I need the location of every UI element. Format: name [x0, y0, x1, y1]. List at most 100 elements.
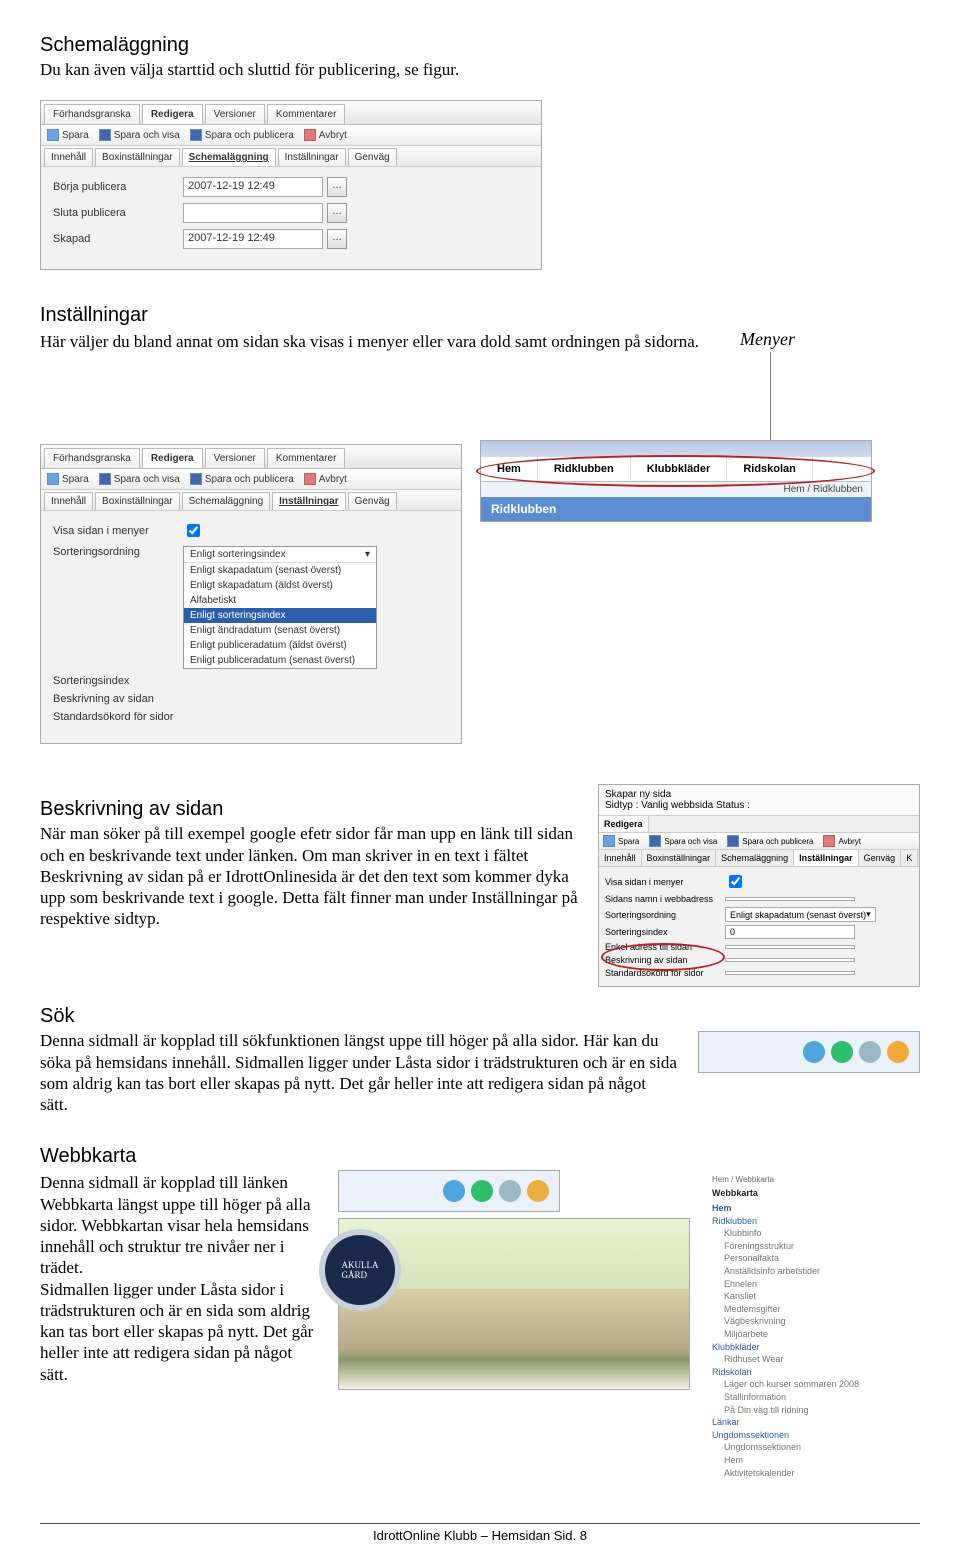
tree-section[interactable]: Ridklubben	[712, 1215, 912, 1228]
text-beskrivning: När man söker på till exempel google efe…	[40, 823, 578, 929]
end-publish-input[interactable]	[183, 203, 323, 223]
tree-item[interactable]: Ehnelen	[724, 1278, 912, 1291]
save-publish-button-3[interactable]: Spara och publicera	[727, 835, 813, 847]
tree-section[interactable]: Ungdomssektionen	[712, 1429, 912, 1442]
tab-edit[interactable]: Redigera	[142, 104, 203, 124]
site-tab-ridklubben[interactable]: Ridklubben	[538, 457, 631, 481]
tree-item[interactable]: Ungdomssektionen	[724, 1441, 912, 1454]
created-picker[interactable]: …	[327, 229, 347, 249]
help-icon[interactable]	[471, 1180, 493, 1202]
sortorder-option[interactable]: Alfabetiskt	[184, 593, 376, 608]
tree-item[interactable]: Personalfakta	[724, 1252, 912, 1265]
show-in-menus-checkbox[interactable]	[187, 524, 200, 537]
tab-content[interactable]: Innehåll	[44, 148, 93, 166]
search-icon[interactable]	[859, 1041, 881, 1063]
scene-image	[339, 1289, 689, 1389]
tab-comments-2[interactable]: Kommentarer	[267, 448, 346, 468]
cancel-button-2[interactable]: Avbryt	[304, 473, 347, 485]
sortorder-option[interactable]: Enligt publiceradatum (senast överst)	[184, 653, 376, 668]
rss-icon[interactable]	[887, 1041, 909, 1063]
save-publish-button[interactable]: Spara och publicera	[190, 129, 294, 141]
editor-toolbar-3: Spara Spara och visa Spara och publicera…	[599, 833, 919, 850]
sitemap-icon[interactable]	[443, 1180, 465, 1202]
save-view-button[interactable]: Spara och visa	[99, 129, 180, 141]
tab-preview-2[interactable]: Förhandsgranska	[44, 448, 140, 468]
tree-item[interactable]: Vägbeskrivning	[724, 1315, 912, 1328]
save-view-label: Spara och visa	[114, 130, 180, 141]
tab-content-2[interactable]: Innehåll	[44, 492, 93, 510]
tree-section[interactable]: Länkar	[712, 1416, 912, 1429]
save-publish-button-2[interactable]: Spara och publicera	[190, 473, 294, 485]
tab-preview[interactable]: Förhandsgranska	[44, 104, 140, 124]
search-icon[interactable]	[499, 1180, 521, 1202]
menyer-callout-label: Menyer	[740, 329, 795, 349]
tab-box-settings-3[interactable]: Boxinställningar	[642, 850, 717, 866]
tab-scheduling[interactable]: Schemaläggning	[182, 148, 276, 166]
start-publish-picker[interactable]: …	[327, 177, 347, 197]
rss-icon[interactable]	[527, 1180, 549, 1202]
tab-versions-2[interactable]: Versioner	[205, 448, 265, 468]
tab-scheduling-2[interactable]: Schemaläggning	[182, 492, 271, 510]
tab-content-3[interactable]: Innehåll	[599, 850, 642, 866]
tab-shortcut[interactable]: Genväg	[348, 148, 397, 166]
tree-item[interactable]: Hem	[724, 1454, 912, 1467]
save-view-button-2[interactable]: Spara och visa	[99, 473, 180, 485]
tree-item[interactable]: Stallinformation	[724, 1391, 912, 1404]
start-publish-input[interactable]: 2007-12-19 12:49	[183, 177, 323, 197]
sortorder-dropdown[interactable]: Enligt sorteringsindex▾ Enligt skapadatu…	[183, 546, 377, 669]
sortorder-option[interactable]: Enligt sorteringsindex	[184, 608, 376, 623]
tab-comments[interactable]: Kommentarer	[267, 104, 346, 124]
save-button-3[interactable]: Spara	[603, 835, 639, 847]
tree-item[interactable]: Klubbinfo	[724, 1227, 912, 1240]
tree-item[interactable]: Föreningsstruktur	[724, 1240, 912, 1253]
start-publish-label: Börja publicera	[53, 181, 183, 193]
tab-settings-2[interactable]: Inställningar	[272, 492, 345, 510]
input-simple-url[interactable]	[725, 945, 855, 949]
tree-item[interactable]: Kansliet	[724, 1290, 912, 1303]
tree-item[interactable]: Miljöarbete	[724, 1328, 912, 1341]
tab-versions[interactable]: Versioner	[205, 104, 265, 124]
tab-settings[interactable]: Inställningar	[278, 148, 346, 166]
tree-item[interactable]: Ridhuset Wear	[724, 1353, 912, 1366]
sortorder-option[interactable]: Enligt ändradatum (senast överst)	[184, 623, 376, 638]
tree-item[interactable]: Aktivitetskalender	[724, 1467, 912, 1480]
help-icon[interactable]	[831, 1041, 853, 1063]
tree-item[interactable]: På Din väg till ridning	[724, 1404, 912, 1417]
created-input[interactable]: 2007-12-19 12:49	[183, 229, 323, 249]
sitemap-icon[interactable]	[803, 1041, 825, 1063]
tab-box-settings-2[interactable]: Boxinställningar	[95, 492, 180, 510]
tree-item[interactable]: Anställdsinfo arbetstider	[724, 1265, 912, 1278]
tree-item[interactable]: Läger och kurser sommaren 2008	[724, 1378, 912, 1391]
sortorder-option[interactable]: Enligt skapadatum (äldst överst)	[184, 578, 376, 593]
end-publish-picker[interactable]: …	[327, 203, 347, 223]
tab-settings-3[interactable]: Inställningar	[794, 850, 859, 866]
tab-box-settings[interactable]: Boxinställningar	[95, 148, 180, 166]
sortorder-option[interactable]: Enligt publiceradatum (äldst överst)	[184, 638, 376, 653]
cancel-button[interactable]: Avbryt	[304, 129, 347, 141]
input-url-name[interactable]	[725, 897, 855, 901]
checkbox-show-in-menus[interactable]	[729, 875, 742, 888]
tab-edit-3[interactable]: Redigera	[599, 816, 649, 832]
cancel-button-3[interactable]: Avbryt	[823, 835, 861, 847]
tab-scheduling-3[interactable]: Schemaläggning	[716, 850, 794, 866]
tree-item[interactable]: Medlemsgifter	[724, 1303, 912, 1316]
sortorder-option[interactable]: Enligt skapadatum (senast överst)	[184, 563, 376, 578]
site-tab-home[interactable]: Hem	[481, 457, 538, 481]
save-button-2[interactable]: Spara	[47, 473, 89, 485]
input-sortindex[interactable]: 0	[725, 925, 855, 939]
screenshot-site-menu: Hem Ridklubben Klubbkläder Ridskolan Hem…	[480, 440, 872, 522]
tab-shortcut-3[interactable]: Genväg	[859, 850, 902, 866]
tree-section[interactable]: Klubbkläder	[712, 1341, 912, 1354]
site-tab-ridskolan[interactable]: Ridskolan	[727, 457, 813, 481]
tab-edit-2[interactable]: Redigera	[142, 448, 203, 468]
tree-root[interactable]: Hem	[712, 1202, 912, 1215]
input-keywords[interactable]	[725, 971, 855, 975]
tree-section[interactable]: Ridskolan	[712, 1366, 912, 1379]
save-view-button-3[interactable]: Spara och visa	[649, 835, 717, 847]
tab-extra-3[interactable]: K	[901, 850, 918, 866]
tab-shortcut-2[interactable]: Genväg	[348, 492, 397, 510]
input-sortorder[interactable]: Enligt skapadatum (senast överst)▾	[725, 907, 876, 922]
save-button[interactable]: Spara	[47, 129, 89, 141]
input-desc[interactable]	[725, 958, 855, 962]
site-tab-klubbklader[interactable]: Klubbkläder	[631, 457, 728, 481]
